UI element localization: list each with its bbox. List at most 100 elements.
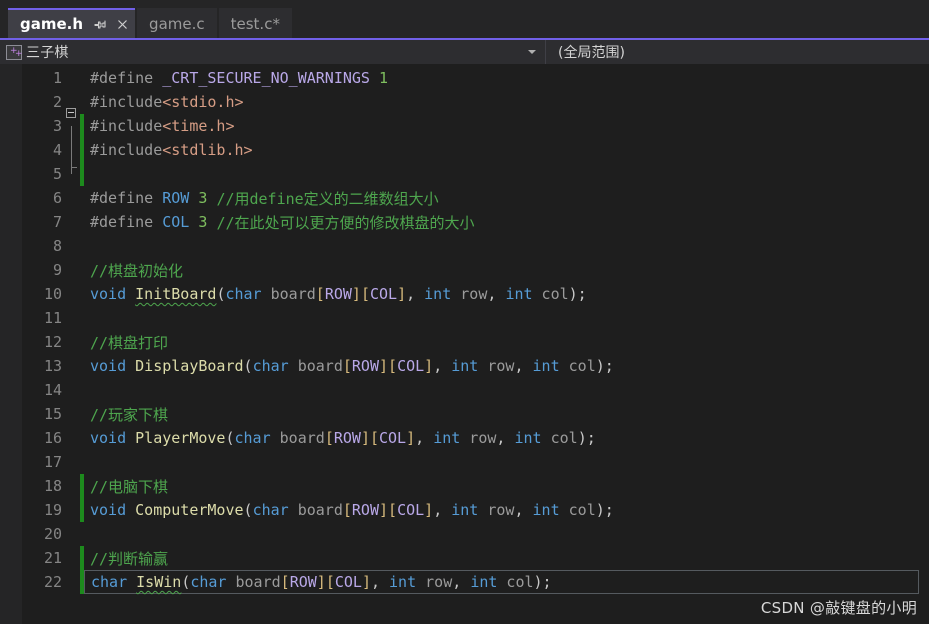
code-text[interactable] (84, 450, 929, 474)
code-token: ] (316, 573, 326, 591)
code-token: #define (90, 69, 163, 87)
code-line[interactable]: 1 #define _CRT_SECURE_NO_WARNINGS 1 (22, 66, 929, 90)
editor-tab-testc[interactable]: test.c* (218, 8, 292, 38)
line-number: 3 (52, 117, 62, 135)
code-text[interactable]: //棋盘打印 (84, 330, 929, 354)
code-line[interactable]: 21 //判断输赢 (22, 546, 929, 570)
code-line[interactable]: 13 void DisplayBoard(char board[ROW][COL]… (22, 354, 929, 378)
code-text[interactable]: #include <stdlib.h> (84, 138, 929, 162)
close-icon[interactable] (115, 17, 129, 31)
code-line[interactable]: 14 (22, 378, 929, 402)
indicator-margin[interactable] (0, 64, 22, 624)
code-text[interactable] (84, 522, 929, 546)
code-line[interactable]: 4 #include <stdlib.h> (22, 138, 929, 174)
code-text[interactable] (84, 378, 929, 402)
line-number: 12 (43, 333, 62, 351)
code-text[interactable]: void InitBoard(char board[ROW][COL], int… (84, 282, 929, 306)
code-line[interactable]: 8 (22, 234, 929, 258)
code-text[interactable]: //棋盘初始化 (84, 258, 929, 282)
code-text[interactable]: #include <stdio.h> (84, 90, 929, 114)
code-token: char (225, 285, 262, 303)
code-line[interactable]: 6 #define ROW 3 //用define定义的二维数组大小 (22, 186, 929, 210)
line-number: 16 (43, 429, 62, 447)
code-line[interactable]: 10 void InitBoard(char board[ROW][COL], i… (22, 282, 929, 306)
code-line[interactable]: 3 #include <time.h> (22, 114, 929, 150)
code-token: ROW (289, 573, 317, 591)
code-token: DisplayBoard (135, 357, 244, 375)
code-line[interactable]: 9 //棋盘初始化 (22, 258, 929, 282)
code-line[interactable]: 22 char IsWin(char board[ROW][COL], int r… (22, 570, 929, 594)
code-text[interactable]: char IsWin(char board[ROW][COL], int row… (84, 570, 919, 594)
code-token: [ (388, 501, 398, 519)
member-scope-dropdown[interactable]: (全局范围) (546, 40, 929, 64)
code-token: COL (334, 573, 362, 591)
code-token: , (406, 285, 425, 303)
code-token: char (252, 357, 289, 375)
code-line[interactable]: 7 #define COL 3 //在此处可以更方便的修改棋盘的大小 (22, 210, 929, 234)
code-line[interactable]: 12 //棋盘打印 (22, 330, 929, 354)
code-token: PlayerMove (135, 429, 226, 447)
editor-tab-gamec[interactable]: game.c (137, 8, 217, 38)
line-number: 7 (52, 213, 62, 231)
code-token: ( (243, 501, 253, 519)
code-token: board (288, 501, 343, 519)
code-token: int (424, 285, 452, 303)
code-text[interactable]: #include <time.h> (84, 114, 929, 138)
code-token: ] (361, 573, 371, 591)
line-number: 2 (52, 93, 62, 111)
code-line[interactable]: 18 //电脑下棋 (22, 474, 929, 498)
line-number: 14 (43, 381, 62, 399)
code-token: ROW (333, 429, 361, 447)
code-token: IsWin (136, 573, 182, 591)
code-line[interactable]: 2 #include <stdio.h> (22, 90, 929, 118)
code-line[interactable]: 16 void PlayerMove(char board[ROW][COL], … (22, 426, 929, 450)
code-token: //用define定义的二维数组大小 (216, 189, 439, 208)
code-token: 3 (198, 213, 208, 231)
code-text[interactable]: void ComputerMove(char board[ROW][COL], … (84, 498, 929, 522)
code-token: row (478, 501, 515, 519)
code-token: , (514, 357, 533, 375)
pin-icon[interactable] (93, 17, 107, 31)
code-text[interactable]: void DisplayBoard(char board[ROW][COL], … (84, 354, 929, 378)
code-text[interactable]: #define ROW 3 //用define定义的二维数组大小 (84, 186, 929, 210)
code-token: col (541, 429, 578, 447)
code-token: col (559, 501, 596, 519)
code-editor[interactable]: 1 #define _CRT_SECURE_NO_WARNINGS 1 2 #incl… (0, 64, 929, 624)
code-text[interactable]: #define _CRT_SECURE_NO_WARNINGS 1 (84, 66, 929, 90)
code-token: COL (379, 429, 407, 447)
code-line[interactable]: 5 (22, 162, 929, 186)
code-token: void (90, 285, 127, 303)
code-token: [ (342, 357, 352, 375)
code-line[interactable]: 15 //玩家下棋 (22, 402, 929, 426)
code-token: ROW (351, 357, 379, 375)
code-text[interactable]: //判断输赢 (84, 546, 929, 570)
code-token: ] (360, 429, 370, 447)
code-text[interactable] (84, 306, 929, 330)
project-scope-dropdown[interactable]: 三子棋 (0, 40, 546, 64)
code-token: ); (577, 429, 596, 447)
code-text[interactable]: //电脑下棋 (84, 474, 929, 498)
code-token: COL (397, 501, 425, 519)
line-number: 18 (43, 477, 62, 495)
code-token: #define (90, 189, 163, 207)
code-text[interactable]: void PlayerMove(char board[ROW][COL], in… (84, 426, 929, 450)
code-token: ); (568, 285, 587, 303)
code-token: //玩家下棋 (90, 405, 169, 424)
code-text[interactable]: //玩家下棋 (84, 402, 929, 426)
code-token: void (90, 429, 127, 447)
code-token: ] (379, 357, 389, 375)
editor-tab-gameh[interactable]: game.h (8, 8, 136, 38)
code-line[interactable]: 20 (22, 522, 929, 546)
code-line[interactable]: 11 (22, 306, 929, 330)
code-surface[interactable]: 1 #define _CRT_SECURE_NO_WARNINGS 1 2 #incl… (22, 64, 929, 624)
code-token: //判断输赢 (90, 549, 169, 568)
code-text[interactable] (84, 234, 929, 258)
code-text[interactable] (84, 162, 929, 186)
code-line[interactable]: 19 void ComputerMove(char board[ROW][COL]… (22, 498, 929, 522)
code-line[interactable]: 17 (22, 450, 929, 474)
code-text[interactable]: #define COL 3 //在此处可以更方便的修改棋盘的大小 (84, 210, 929, 234)
code-token: //棋盘初始化 (90, 261, 184, 280)
chevron-down-icon[interactable] (528, 50, 536, 54)
code-token: ] (351, 285, 361, 303)
